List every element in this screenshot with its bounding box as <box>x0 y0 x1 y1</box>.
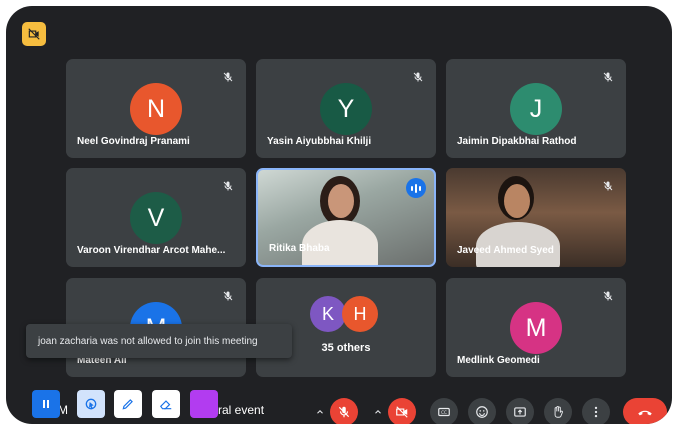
mic-off-icon <box>220 69 236 85</box>
participant-tile[interactable]: Y Yasin Aiyubbhai Khilji <box>256 59 436 158</box>
others-avatars: K H <box>310 296 382 334</box>
participant-name: Medlink Geomedi <box>457 355 540 366</box>
avatar: N <box>130 83 182 135</box>
emoji-icon[interactable] <box>468 398 496 424</box>
participant-video-tile[interactable]: Ritika Bhaba <box>256 168 436 267</box>
notification-toast: joan zacharia was not allowed to join th… <box>26 324 292 358</box>
participant-tile[interactable]: N Neel Govindraj Pranami <box>66 59 246 158</box>
participant-name: Ritika Bhaba <box>269 243 330 254</box>
participant-name: Jaimin Dipakbhai Rathod <box>457 136 577 147</box>
avatar: K <box>310 296 346 332</box>
leave-call-icon <box>638 410 652 416</box>
avatar: J <box>510 83 562 135</box>
raise-hand-icon[interactable] <box>544 398 572 424</box>
more-options-icon[interactable] <box>582 398 610 424</box>
mic-off-icon <box>220 288 236 304</box>
meeting-title-fragment: ral event <box>218 403 265 417</box>
speaking-indicator-icon <box>406 178 426 198</box>
avatar: V <box>130 192 182 244</box>
avatar: H <box>342 296 378 332</box>
present-icon[interactable] <box>506 398 534 424</box>
mic-off-icon <box>600 178 616 194</box>
pause-icon[interactable] <box>32 390 60 418</box>
meeting-screen: N Neel Govindraj Pranami Y Yasin Aiyubbh… <box>6 6 672 424</box>
mic-off-icon <box>410 69 426 85</box>
participant-tile[interactable]: V Varoon Virendhar Arcot Mahe... <box>66 168 246 267</box>
chevron-up-icon[interactable] <box>312 398 328 424</box>
chevron-up-icon[interactable] <box>370 398 386 424</box>
pen-icon[interactable] <box>114 390 142 418</box>
mic-off-icon <box>600 69 616 85</box>
svg-text:CC: CC <box>441 410 447 415</box>
participant-name: Neel Govindraj Pranami <box>77 136 190 147</box>
participant-tile[interactable]: J Jaimin Dipakbhai Rathod <box>446 59 626 158</box>
mic-off-icon <box>220 178 236 194</box>
participant-name: Yasin Aiyubbhai Khilji <box>267 136 372 147</box>
video-feed-face <box>328 184 354 218</box>
captions-icon[interactable]: CC <box>430 398 458 424</box>
camera-toggle-button[interactable] <box>388 398 416 424</box>
participant-name: Varoon Virendhar Arcot Mahe... <box>77 245 226 256</box>
video-feed-face <box>504 184 530 218</box>
eraser-icon[interactable] <box>152 390 180 418</box>
avatar: Y <box>320 83 372 135</box>
mic-off-icon <box>600 288 616 304</box>
participant-name: Javeed Ahmed Syed <box>457 245 554 256</box>
participant-video-tile[interactable]: Javeed Ahmed Syed <box>446 168 626 267</box>
avatar: M <box>510 302 562 354</box>
mic-toggle-button[interactable] <box>330 398 358 424</box>
pen-color-swatch[interactable] <box>190 390 218 418</box>
participant-tile[interactable]: M Medlink Geomedi <box>446 278 626 377</box>
recording-icon <box>22 22 46 46</box>
cursor-icon[interactable] <box>77 390 105 418</box>
leave-call-button[interactable] <box>623 398 667 424</box>
